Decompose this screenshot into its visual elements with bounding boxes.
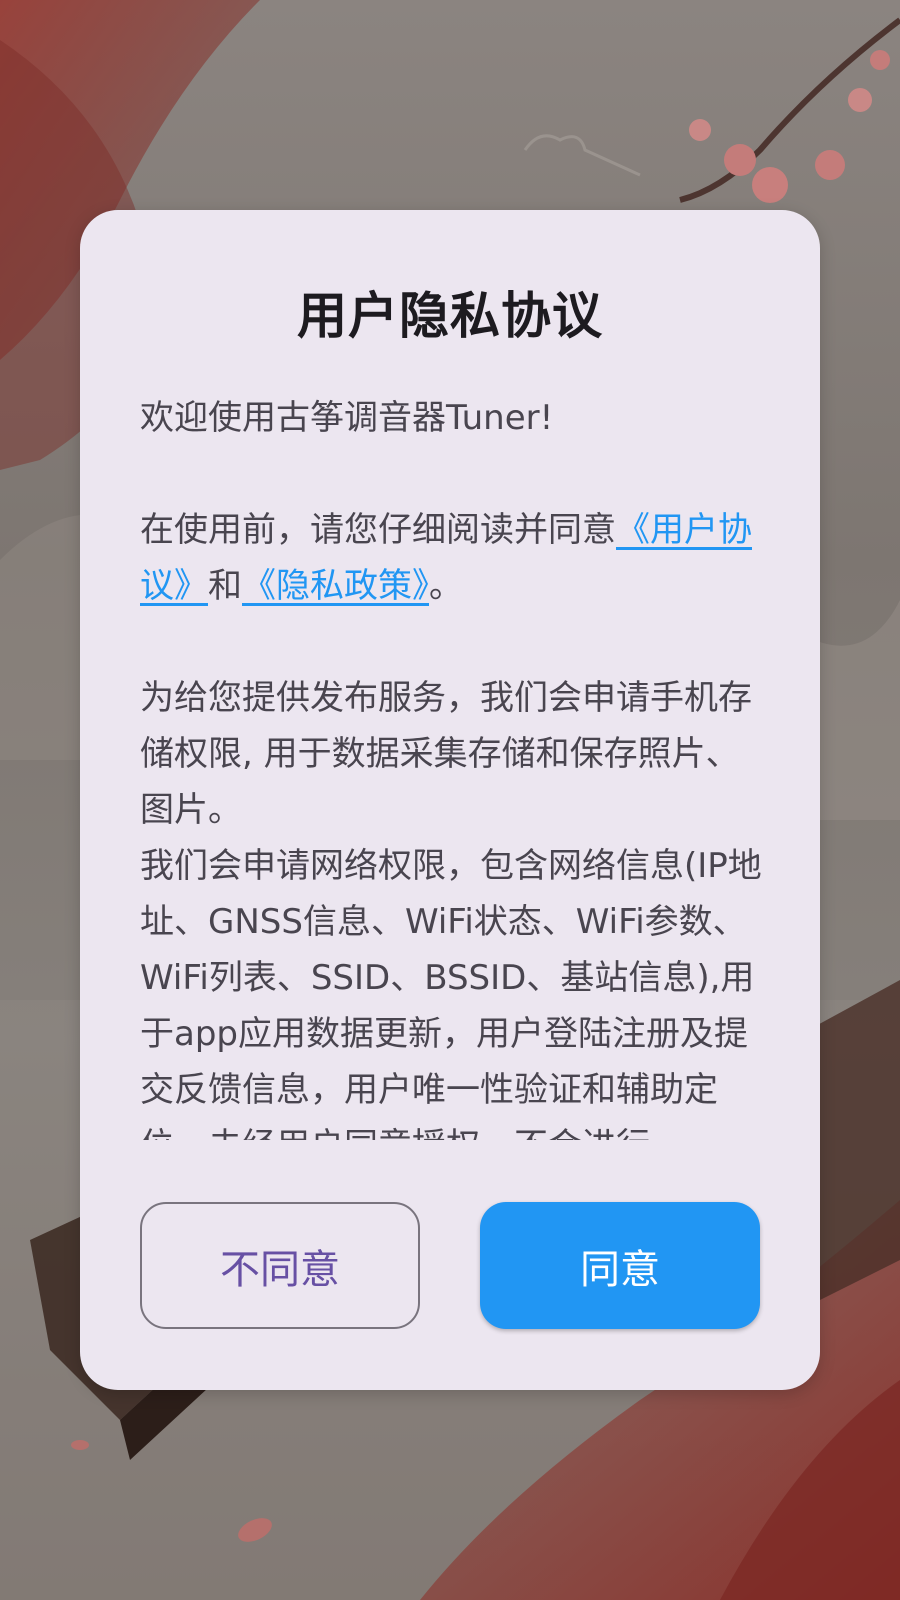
intro-suffix-text: 。: [429, 566, 463, 606]
privacy-policy-link[interactable]: 《隐私政策》: [242, 566, 429, 606]
storage-permission-text: 为给您提供发布服务，我们会申请手机存储权限, 用于数据采集存储和保存照片、图片。: [140, 678, 752, 830]
welcome-text: 欢迎使用古筝调音器Tuner!: [140, 398, 554, 438]
dialog-title: 用户隐私协议: [297, 287, 603, 345]
decline-button[interactable]: 不同意: [140, 1202, 420, 1329]
intro-paragraph: 在使用前，请您仔细阅读并同意《用户协议》和《隐私政策》。: [140, 502, 765, 614]
network-permission-text: 我们会申请网络权限，包含网络信息(IP地址、GNSS信息、WiFi状态、WiFi…: [140, 846, 762, 1140]
agree-button[interactable]: 同意: [480, 1202, 760, 1329]
app-screen: 用户隐私协议 欢迎使用古筝调音器Tuner! 在使用前，请您仔细阅读并同意《用户…: [0, 0, 900, 1600]
dialog-body-scroll[interactable]: 欢迎使用古筝调音器Tuner! 在使用前，请您仔细阅读并同意《用户协议》和《隐私…: [140, 390, 765, 1140]
privacy-dialog: 用户隐私协议 欢迎使用古筝调音器Tuner! 在使用前，请您仔细阅读并同意《用户…: [80, 210, 820, 1390]
intro-and-text: 和: [208, 566, 242, 606]
intro-prefix-text: 在使用前，请您仔细阅读并同意: [140, 510, 616, 550]
